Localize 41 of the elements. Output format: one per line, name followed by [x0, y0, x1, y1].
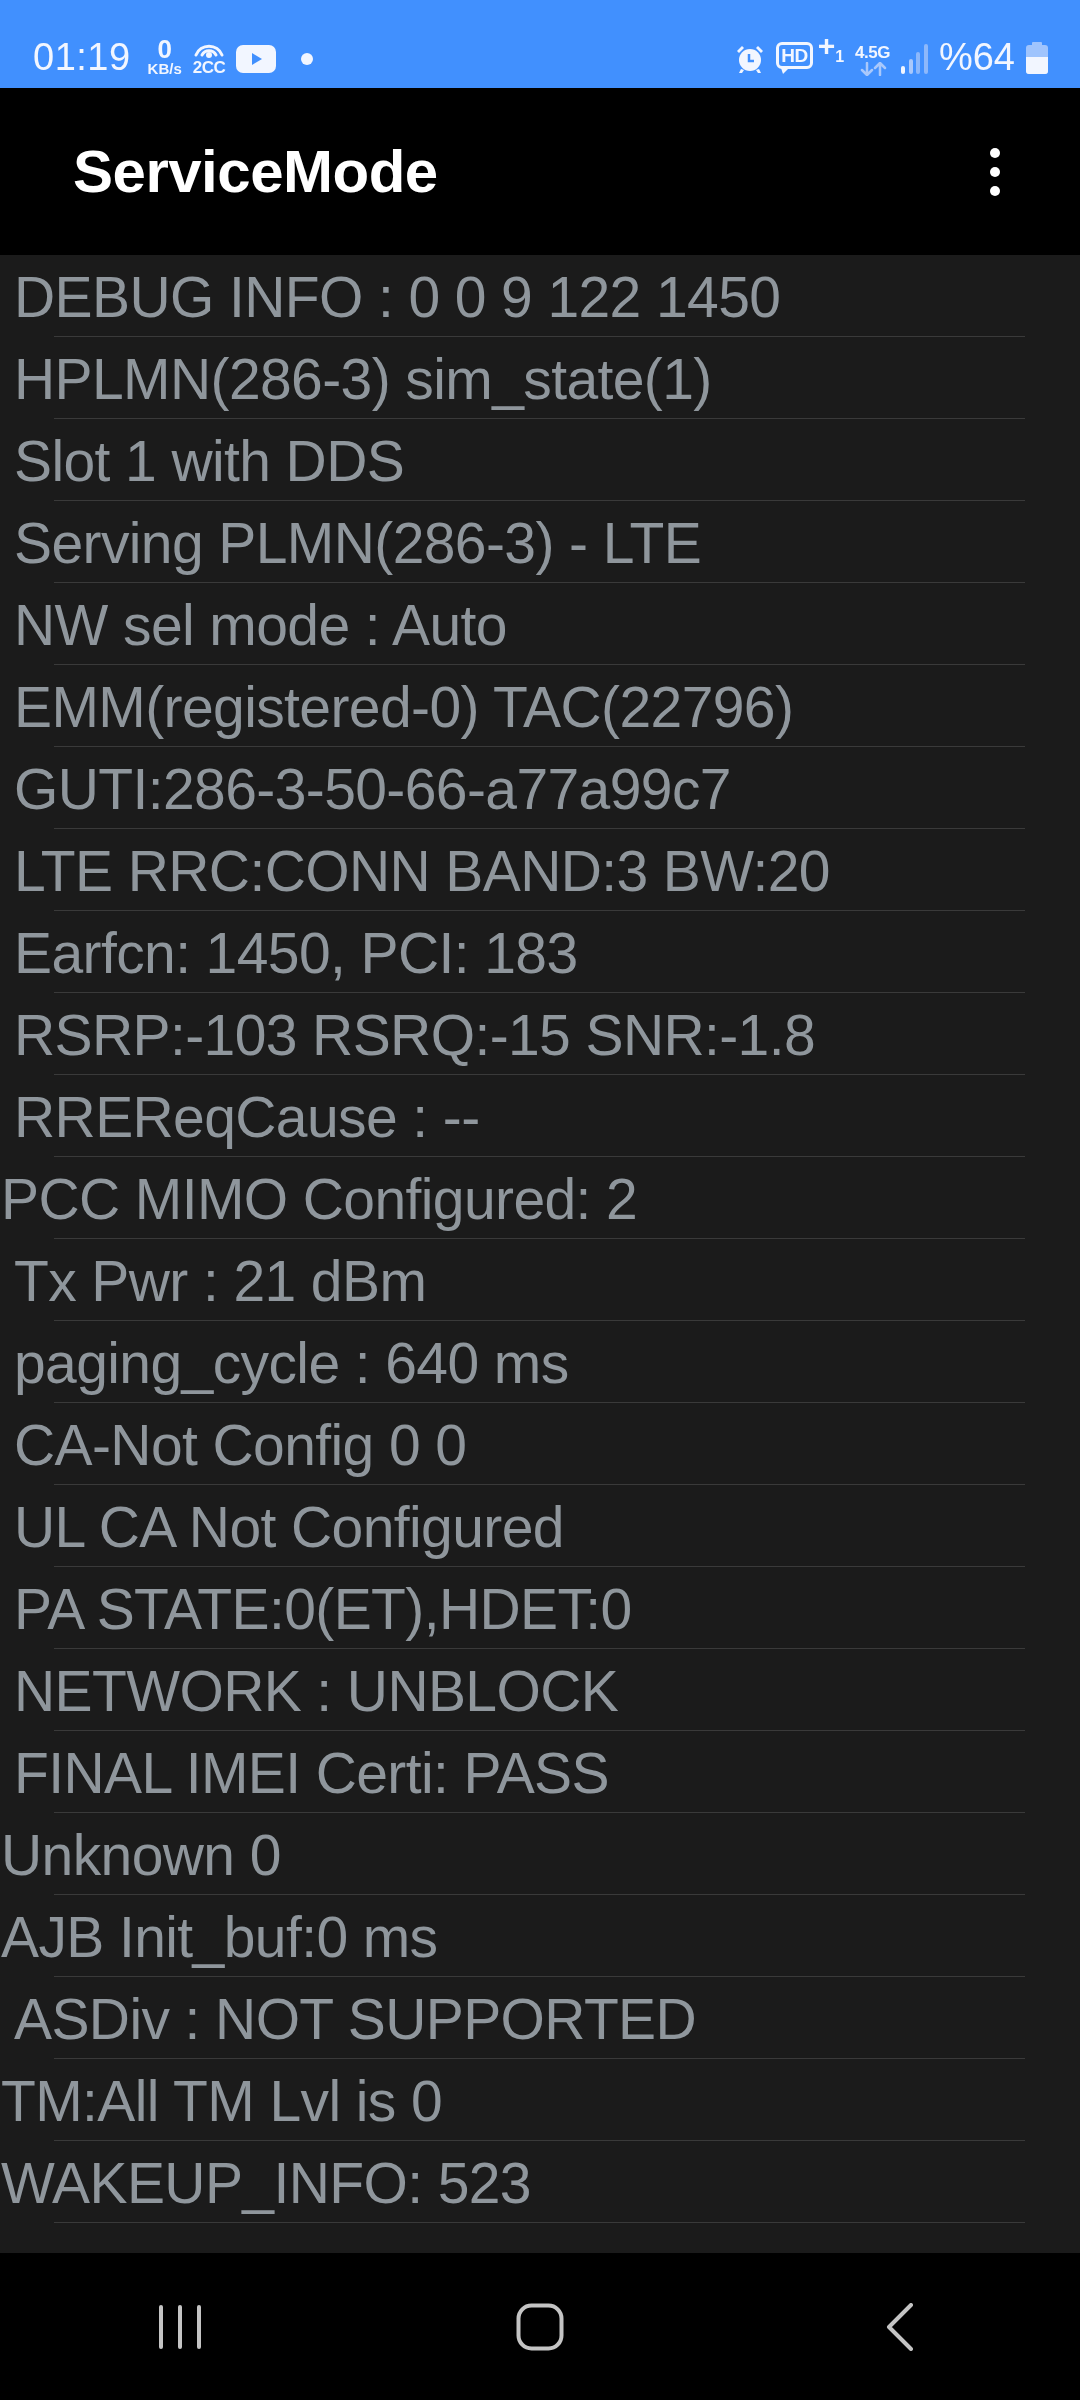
info-line-text: GUTI:286-3-50-66-a77a99c7 [14, 756, 731, 823]
battery-percent: %64 [938, 38, 1015, 76]
clock-time: 01:19 [33, 38, 131, 76]
info-line-text: TM:All TM Lvl is 0 [1, 2068, 443, 2135]
info-line-text: PCC MIMO Configured: 2 [1, 1166, 638, 1233]
info-line-text: Tx Pwr : 21 dBm [14, 1248, 427, 1315]
data-speed-value: 0 [157, 37, 172, 61]
app-title: ServiceMode [73, 137, 438, 206]
network-type-label: 4.5G [855, 44, 890, 61]
info-line-text: EMM(registered-0) TAC(22796) [14, 674, 794, 741]
hotspot-label: 2CC [192, 59, 226, 76]
info-line-text: Earfcn: 1450, PCI: 183 [14, 920, 578, 987]
more-options-icon [990, 147, 1000, 196]
back-icon [886, 2302, 914, 2351]
info-line-text: RSRP:-103 RSRQ:-15 SNR:-1.8 [14, 1002, 816, 1069]
info-line-text: Unknown 0 [1, 1822, 281, 1889]
info-line-text: PA STATE:0(ET),HDET:0 [14, 1576, 632, 1643]
alarm-clock-icon [735, 44, 766, 74]
info-line-text: NW sel mode : Auto [14, 592, 507, 659]
hd-voice-sim: +$_{1}$ [817, 31, 845, 67]
info-line-text: CA-Not Config 0 0 [14, 1412, 467, 1479]
info-line-text: Serving PLMN(286-3) - LTE [14, 510, 702, 577]
info-line-text: DEBUG INFO : 0 0 9 122 1450 [14, 264, 781, 331]
info-line-text: RREReqCause : -- [14, 1084, 480, 1151]
home-icon [516, 2302, 564, 2351]
info-line-text: HPLMN(286-3) sim_state(1) [14, 346, 712, 413]
info-line-text: Slot 1 with DDS [14, 428, 405, 495]
play-icon [236, 45, 277, 73]
signal-icon [900, 44, 928, 74]
info-line-text: WAKEUP_INFO: 523 [1, 2150, 531, 2217]
battery-icon [1026, 42, 1048, 74]
info-line-text: NETWORK : UNBLOCK [14, 1658, 619, 1725]
recent-apps-icon [158, 2303, 202, 2350]
info-line-text: UL CA Not Configured [14, 1494, 564, 1561]
info-line-text: LTE RRC:CONN BAND:3 BW:20 [14, 838, 830, 905]
notification-dot-icon [301, 53, 314, 65]
data-speed-unit: KB/s [147, 61, 182, 76]
info-line-text: AJB Init_buf:0 ms [1, 1904, 438, 1971]
info-line-text: ASDiv : NOT SUPPORTED [14, 1986, 697, 2053]
info-line-text: paging_cycle : 640 ms [14, 1330, 569, 1397]
info-line-text: FINAL IMEI Certi: PASS [14, 1740, 609, 1807]
